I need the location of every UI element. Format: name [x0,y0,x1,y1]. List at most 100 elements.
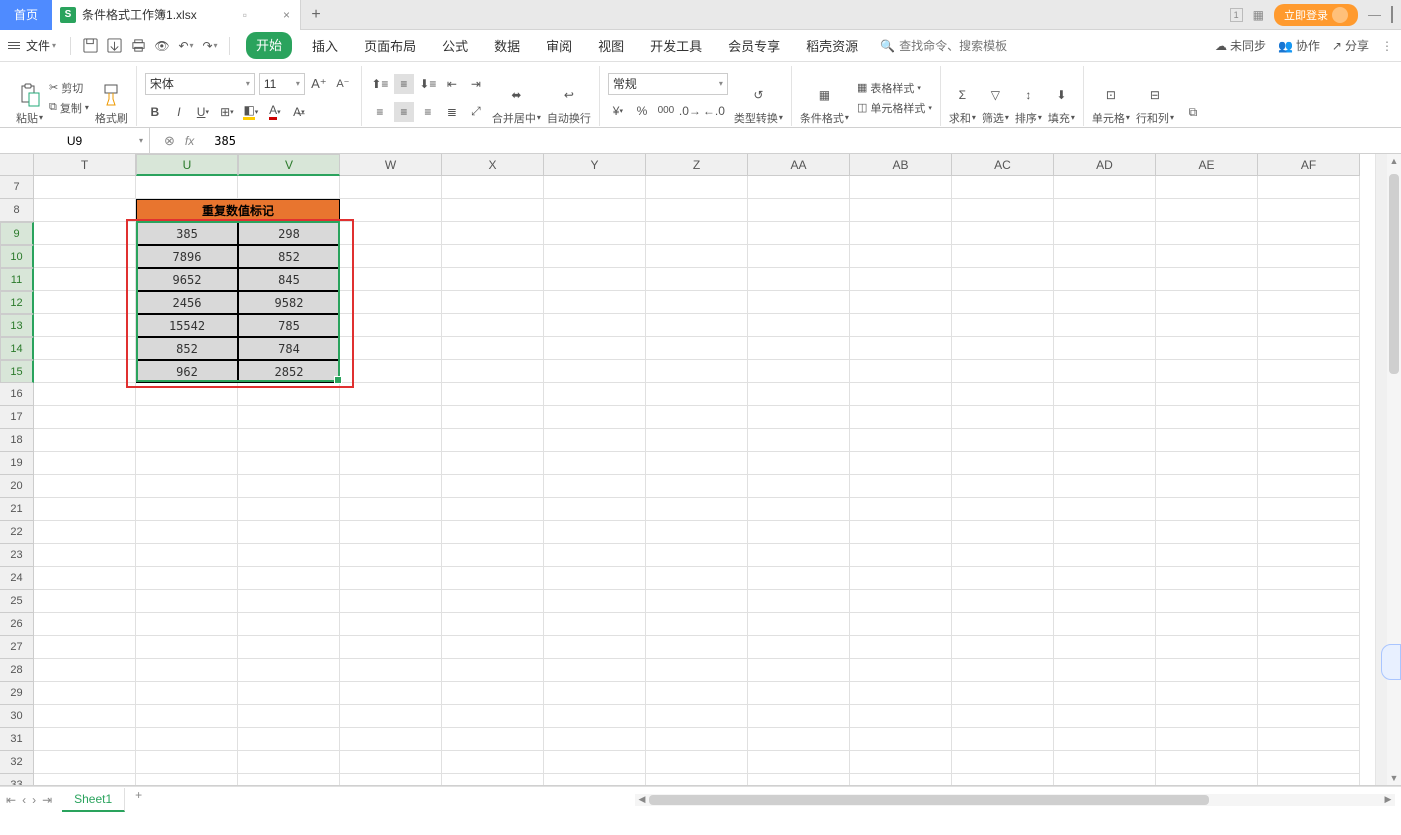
side-panel-toggle[interactable] [1381,644,1401,680]
cell-Z16[interactable] [646,383,748,406]
v-scroll-thumb[interactable] [1389,174,1399,374]
tab-resources[interactable]: 稻壳资源 [800,32,864,59]
cell-U23[interactable] [136,544,238,567]
cell-U29[interactable] [136,682,238,705]
cell-V32[interactable] [238,751,340,774]
cell-Y32[interactable] [544,751,646,774]
cell-AC16[interactable] [952,383,1054,406]
cell-X16[interactable] [442,383,544,406]
cell-W28[interactable] [340,659,442,682]
cell-W12[interactable] [340,291,442,314]
cell-AA25[interactable] [748,590,850,613]
cell-AA22[interactable] [748,521,850,544]
cell-W26[interactable] [340,613,442,636]
cell-AE28[interactable] [1156,659,1258,682]
cell-V27[interactable] [238,636,340,659]
dec-decimal-icon[interactable]: ←.0 [704,101,724,121]
cell-AB29[interactable] [850,682,952,705]
cell-T29[interactable] [34,682,136,705]
add-sheet-button[interactable]: + [125,788,152,812]
cell-Z8[interactable] [646,199,748,222]
home-tab[interactable]: 首页 [0,0,52,30]
scroll-up-icon[interactable]: ▲ [1387,154,1401,168]
cell-X12[interactable] [442,291,544,314]
cell-W21[interactable] [340,498,442,521]
cell-W32[interactable] [340,751,442,774]
cell-Z32[interactable] [646,751,748,774]
cell-T8[interactable] [34,199,136,222]
cell-AD17[interactable] [1054,406,1156,429]
spreadsheet-grid[interactable]: TUVWXYZAAABACADAEAF 78910111213141516171… [0,154,1401,786]
cell-Z20[interactable] [646,475,748,498]
cell-Z22[interactable] [646,521,748,544]
scroll-down-icon[interactable]: ▼ [1387,771,1401,785]
cell-Z29[interactable] [646,682,748,705]
cell-V7[interactable] [238,176,340,199]
cell-Z19[interactable] [646,452,748,475]
row-header-25[interactable]: 25 [0,590,34,613]
cell-AE17[interactable] [1156,406,1258,429]
cell-U27[interactable] [136,636,238,659]
align-top-icon[interactable]: ⬆≡ [370,74,390,94]
cell-AE29[interactable] [1156,682,1258,705]
row-header-8[interactable]: 8 [0,199,34,222]
cell-AF27[interactable] [1258,636,1360,659]
col-header-T[interactable]: T [34,154,136,176]
cell-AA18[interactable] [748,429,850,452]
row-header-13[interactable]: 13 [0,314,34,337]
cell-U32[interactable] [136,751,238,774]
row-header-9[interactable]: 9 [0,222,34,245]
cell-AE13[interactable] [1156,314,1258,337]
cancel-fx-icon[interactable]: ⊗ [164,133,175,149]
cell-AE32[interactable] [1156,751,1258,774]
cell-V31[interactable] [238,728,340,751]
cell-V12[interactable]: 9582 [238,291,340,314]
cell-X33[interactable] [442,774,544,786]
cell-AF26[interactable] [1258,613,1360,636]
cell-AD19[interactable] [1054,452,1156,475]
cell-W7[interactable] [340,176,442,199]
row-header-27[interactable]: 27 [0,636,34,659]
cell-AE25[interactable] [1156,590,1258,613]
cell-T30[interactable] [34,705,136,728]
cell-AF18[interactable] [1258,429,1360,452]
apps-icon[interactable]: ▦ [1253,8,1264,22]
align-right-icon[interactable]: ≡ [418,102,438,122]
cell-AD8[interactable] [1054,199,1156,222]
cell-AB15[interactable] [850,360,952,383]
cell-Y8[interactable] [544,199,646,222]
cell-U18[interactable] [136,429,238,452]
cell-AC8[interactable] [952,199,1054,222]
cell-AB14[interactable] [850,337,952,360]
row-header-26[interactable]: 26 [0,613,34,636]
merge-center-button[interactable]: ⬌ 合并居中▾ [492,70,541,126]
cell-Y22[interactable] [544,521,646,544]
cell-AA15[interactable] [748,360,850,383]
cell-Z11[interactable] [646,268,748,291]
cell-AD22[interactable] [1054,521,1156,544]
cell-AB26[interactable] [850,613,952,636]
cell-Y13[interactable] [544,314,646,337]
col-header-AE[interactable]: AE [1156,154,1258,176]
row-header-18[interactable]: 18 [0,429,34,452]
clear-format-icon[interactable]: A̶▾ [289,102,309,122]
cell-AB25[interactable] [850,590,952,613]
sheet-prev-icon[interactable]: ‹ [22,793,26,807]
cell-U30[interactable] [136,705,238,728]
cell-W15[interactable] [340,360,442,383]
cell-AD16[interactable] [1054,383,1156,406]
cell-U17[interactable] [136,406,238,429]
cell-U33[interactable] [136,774,238,786]
cell-AE23[interactable] [1156,544,1258,567]
cell-X10[interactable] [442,245,544,268]
cell-X15[interactable] [442,360,544,383]
cell-AE21[interactable] [1156,498,1258,521]
cell-AE33[interactable] [1156,774,1258,786]
cell-V14[interactable]: 784 [238,337,340,360]
cell-AC29[interactable] [952,682,1054,705]
cell-V23[interactable] [238,544,340,567]
align-bottom-icon[interactable]: ⬇≡ [418,74,438,94]
cell-AD21[interactable] [1054,498,1156,521]
cell-AF25[interactable] [1258,590,1360,613]
print-icon[interactable] [127,35,149,57]
